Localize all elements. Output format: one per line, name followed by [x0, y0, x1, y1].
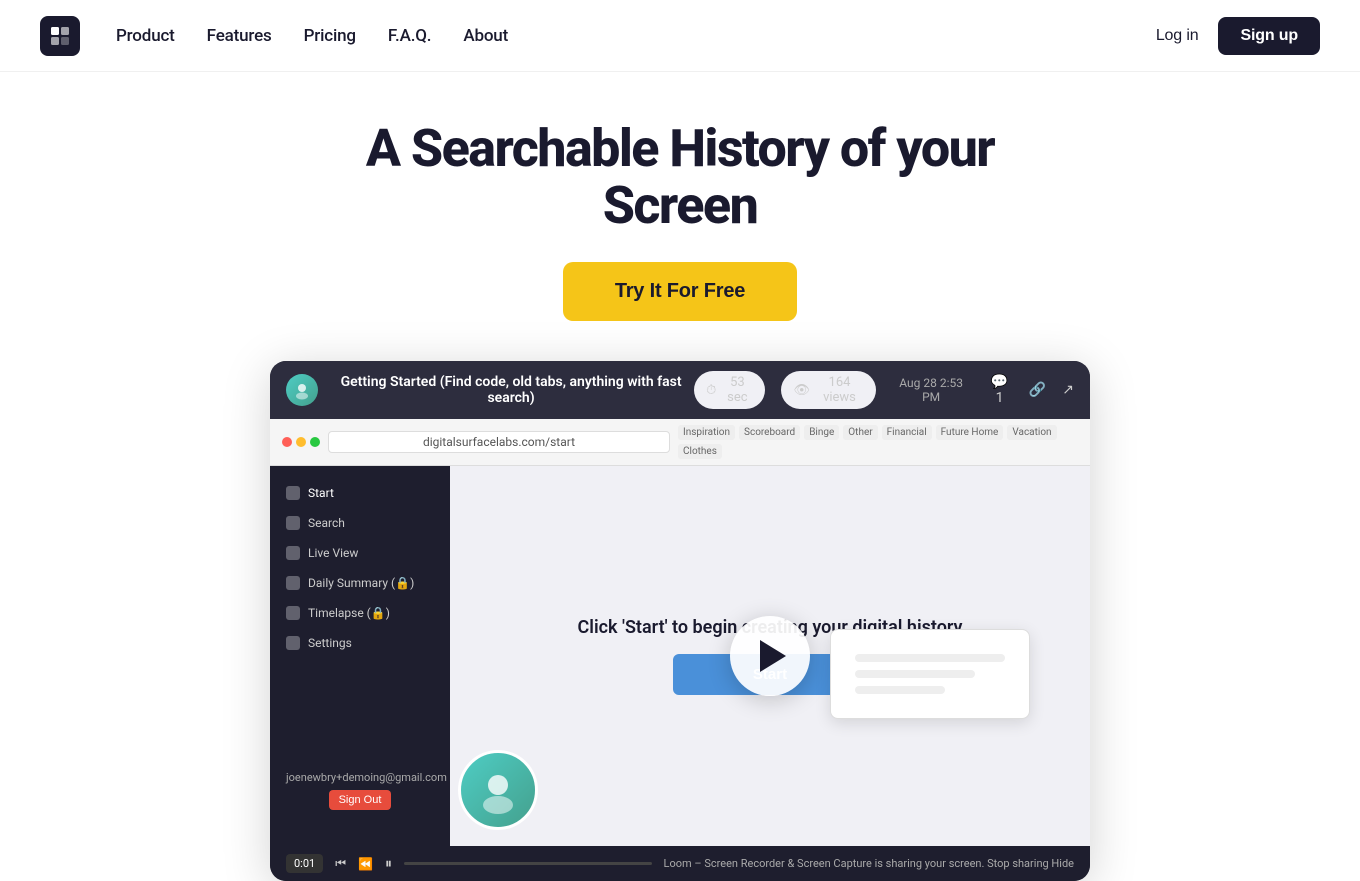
video-thumbnail: Getting Started (Find code, old tabs, an…	[270, 361, 1090, 881]
search-icon	[286, 516, 300, 530]
nav-links: Product Features Pricing F.A.Q. About	[116, 26, 508, 46]
video-date: Aug 28 2:53 PM	[892, 376, 970, 404]
nav-link-product[interactable]: Product	[116, 26, 175, 46]
nav-link-about[interactable]: About	[463, 26, 508, 46]
comment-icon[interactable]: 💬 1	[986, 374, 1013, 406]
login-button[interactable]: Log in	[1156, 27, 1199, 45]
video-title-text: Getting Started (Find code, old tabs, an…	[328, 374, 694, 406]
recording-text: Loom – Screen Recorder & Screen Capture …	[664, 857, 1074, 870]
sidebar-email: joenewbry+demoing@gmail.com	[286, 771, 434, 784]
sign-out-button[interactable]: Sign Out	[329, 790, 392, 810]
signup-button[interactable]: Sign up	[1218, 17, 1320, 55]
browser-bookmarks: Inspiration Scoreboard Binge Other Finan…	[678, 425, 1078, 459]
close-window-button[interactable]	[282, 437, 292, 447]
video-meta-right: ⏱ 53 sec 👁 164 views Aug 28 2:53 PM 💬 1 …	[694, 371, 1074, 409]
video-views: 164 views	[815, 375, 864, 405]
nav-link-features[interactable]: Features	[207, 26, 272, 46]
previous-button[interactable]: ⏪	[358, 857, 373, 871]
hero-section: A Searchable History of your Screen Try …	[0, 72, 1360, 881]
sidebar-item-daily-summary-label: Daily Summary (🔒)	[308, 576, 414, 590]
link-icon[interactable]: 🔗	[1029, 382, 1046, 398]
dialog-row-2	[855, 670, 975, 678]
logo-link[interactable]	[40, 16, 80, 56]
video-duration: 53 sec	[721, 375, 753, 405]
start-icon	[286, 486, 300, 500]
timelapse-icon	[286, 606, 300, 620]
sidebar-item-live-view-label: Live View	[308, 546, 358, 560]
navbar: Product Features Pricing F.A.Q. About Lo…	[0, 0, 1360, 72]
sidebar-item-timelapse-label: Timelapse (🔒)	[308, 606, 390, 620]
rewind-button[interactable]: ⏮	[335, 856, 346, 871]
sidebar-item-settings-label: Settings	[308, 636, 352, 650]
video-sidebar: Start Search Live View Daily Summary (🔒)…	[270, 466, 450, 846]
video-views-badge: 👁 164 views	[781, 371, 876, 409]
sidebar-item-settings[interactable]: Settings	[270, 628, 450, 658]
browser-traffic-lights	[282, 437, 320, 447]
logo-icon	[40, 16, 80, 56]
sidebar-item-search-label: Search	[308, 516, 345, 530]
hero-title: A Searchable History of your Screen	[290, 120, 1070, 234]
nav-left: Product Features Pricing F.A.Q. About	[40, 16, 508, 56]
share-icon[interactable]: ↗	[1062, 382, 1074, 398]
live-view-icon	[286, 546, 300, 560]
video-bottombar: 0:01 ⏮ ⏪ ⏸ Loom – Screen Recorder & Scre…	[270, 846, 1090, 881]
eye-icon: 👁	[793, 383, 810, 398]
sidebar-item-start[interactable]: Start	[270, 478, 450, 508]
video-body: Start Search Live View Daily Summary (🔒)…	[270, 466, 1090, 846]
video-uploader-avatar	[286, 374, 318, 406]
video-progress-bar[interactable]	[404, 862, 652, 865]
clock-icon: ⏱	[706, 383, 716, 398]
nav-right: Log in Sign up	[1156, 17, 1320, 55]
maximize-window-button[interactable]	[310, 437, 320, 447]
minimize-window-button[interactable]	[296, 437, 306, 447]
video-dialog	[830, 629, 1030, 719]
nav-link-pricing[interactable]: Pricing	[304, 26, 356, 46]
play-button[interactable]	[730, 616, 810, 696]
sidebar-item-daily-summary[interactable]: Daily Summary (🔒)	[270, 568, 450, 598]
browser-url-bar[interactable]: digitalsurfacelabs.com/start	[328, 431, 670, 453]
video-main-content: Click 'Start' to begin creating your dig…	[450, 466, 1090, 846]
video-time: 0:01	[286, 854, 323, 873]
sidebar-item-live-view[interactable]: Live View	[270, 538, 450, 568]
dialog-row-1	[855, 654, 1005, 662]
sidebar-footer: joenewbry+demoing@gmail.com Sign Out	[270, 755, 450, 826]
settings-icon	[286, 636, 300, 650]
cta-button[interactable]: Try It For Free	[563, 262, 797, 321]
sidebar-item-timelapse[interactable]: Timelapse (🔒)	[270, 598, 450, 628]
nav-link-faq[interactable]: F.A.Q.	[388, 26, 431, 46]
video-title-row: Getting Started (Find code, old tabs, an…	[286, 374, 694, 406]
video-topbar: Getting Started (Find code, old tabs, an…	[270, 361, 1090, 419]
presenter-avatar	[458, 750, 538, 830]
video-duration-badge: ⏱ 53 sec	[694, 371, 765, 409]
sidebar-item-start-label: Start	[308, 486, 334, 500]
video-stats: ⏱ 53 sec 👁 164 views	[694, 371, 876, 409]
dialog-row-3	[855, 686, 945, 694]
browser-chrome: digitalsurfacelabs.com/start Inspiration…	[270, 419, 1090, 466]
pause-button[interactable]: ⏸	[385, 855, 392, 872]
daily-summary-icon	[286, 576, 300, 590]
sidebar-item-search[interactable]: Search	[270, 508, 450, 538]
